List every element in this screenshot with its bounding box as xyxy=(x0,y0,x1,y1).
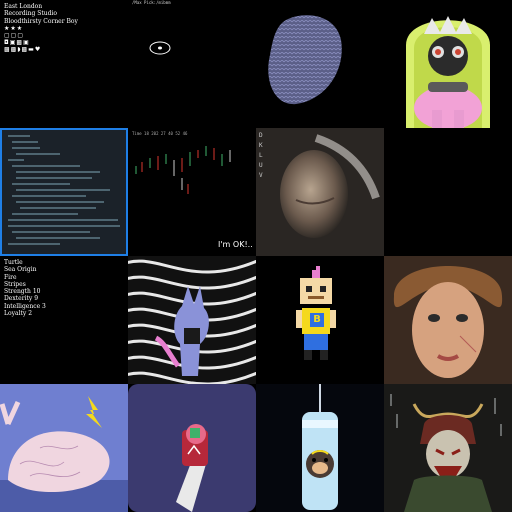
hand-can-artwork xyxy=(128,384,256,512)
gallery-tile-text-card[interactable]: East London Recording Studio Bloodthirst… xyxy=(0,0,128,128)
text-line: Recording Studio xyxy=(4,10,58,18)
vertical-letters: D K L U V xyxy=(259,131,265,181)
gallery-tile-whale[interactable] xyxy=(0,384,128,512)
smoke-portrait-artwork xyxy=(256,128,384,256)
gallery-tile-code-editor[interactable] xyxy=(0,128,128,256)
icon-row: ◘▣▩▣ xyxy=(4,39,30,46)
attribute-line: Intelligence 3 xyxy=(4,302,46,310)
nft-gallery-grid: East London Recording Studio Bloodthirst… xyxy=(0,0,512,512)
gallery-tile-smoke-portrait[interactable] xyxy=(256,128,384,256)
gallery-tile-ellipse[interactable]: /Max Pick:/mibmm xyxy=(128,0,256,128)
attribute-line: Sea Origin xyxy=(4,266,37,274)
text-card-lines: East London Recording Studio Bloodthirst… xyxy=(4,3,78,25)
gallery-tile-plain-black[interactable] xyxy=(384,128,512,256)
freckled-portrait-artwork xyxy=(384,256,512,384)
chart-header: Time 18 202 27 40 52 46 xyxy=(132,131,188,136)
candle-chart-artwork xyxy=(135,146,231,194)
gallery-tile-candle-chart[interactable] xyxy=(128,128,256,256)
attributes-list: Turtle Sea Origin Fire Stripes Strength … xyxy=(4,259,46,317)
letters-text: D K L U V xyxy=(259,132,263,179)
arch-character-artwork xyxy=(406,16,490,128)
gallery-tile-attributes[interactable]: Turtle Sea Origin Fire Stripes Strength … xyxy=(0,256,128,384)
icon-row: ▢▢▢ xyxy=(4,32,25,39)
icon-row: ▩▩◗▩▬♥ xyxy=(4,46,42,53)
gorilla-can-artwork xyxy=(256,384,384,512)
attribute-line: Loyalty 2 xyxy=(4,310,33,318)
whale-artwork xyxy=(0,384,128,512)
gallery-tile-freckled-portrait[interactable] xyxy=(384,256,512,384)
badge-letter: B xyxy=(310,313,324,327)
opart-creature-artwork xyxy=(128,256,256,384)
attribute-line: Turtle xyxy=(4,259,23,266)
gallery-tile-samurai[interactable] xyxy=(384,384,512,512)
gallery-tile-pixel-character[interactable]: B xyxy=(256,256,384,384)
attribute-line: Fire xyxy=(4,273,17,281)
text-line: Bloodthirsty Corner Boy xyxy=(4,17,78,25)
caption-im-ok: I'm OK!.. xyxy=(218,240,253,249)
attribute-line: Stripes xyxy=(4,280,26,288)
samurai-artwork xyxy=(384,384,512,512)
ellipse-artwork xyxy=(149,41,171,55)
attribute-line: Dexterity 9 xyxy=(4,295,39,303)
attribute-line: Strength 10 xyxy=(4,288,41,296)
gallery-tile-opart-creature[interactable] xyxy=(128,256,256,384)
text-line: East London xyxy=(4,3,43,10)
gallery-tile-knit-blob[interactable] xyxy=(256,0,384,128)
stars-row: ★★★ xyxy=(4,25,24,32)
knit-blob-artwork xyxy=(268,15,342,105)
gallery-tile-arch-character[interactable] xyxy=(384,0,512,128)
gallery-tile-gorilla-can[interactable] xyxy=(256,384,384,512)
code-editor-artwork xyxy=(2,130,126,254)
gallery-tile-hand-can[interactable] xyxy=(128,384,256,512)
